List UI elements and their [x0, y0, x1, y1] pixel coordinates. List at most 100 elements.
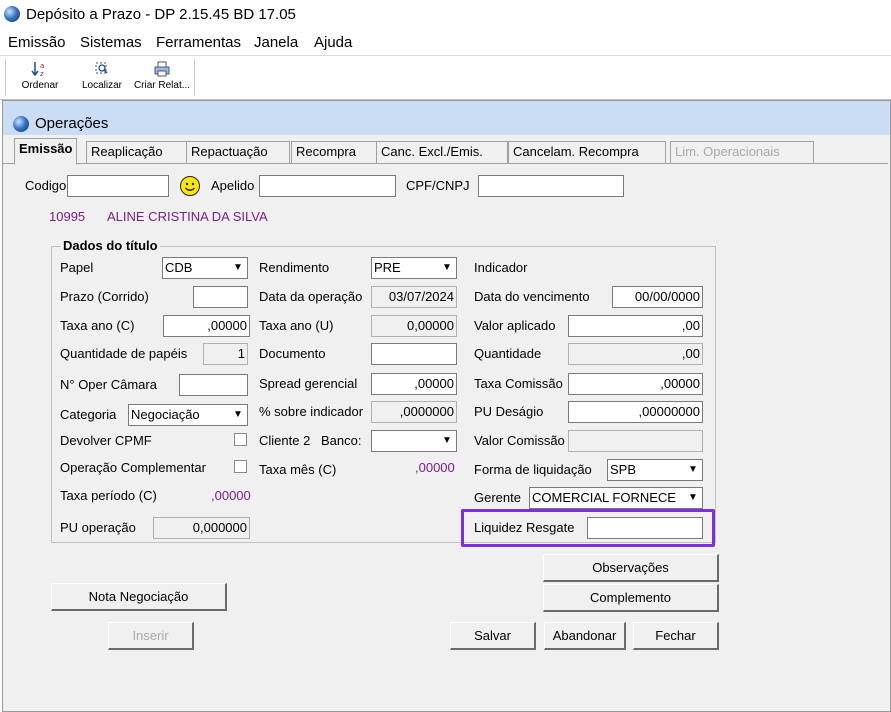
- complemento-button[interactable]: Complemento: [543, 584, 719, 612]
- oper-camara-label: N° Oper Câmara: [60, 377, 157, 392]
- apelido-field[interactable]: [259, 175, 396, 197]
- banco-select[interactable]: ▼: [371, 430, 457, 452]
- abandonar-button[interactable]: Abandonar: [544, 622, 626, 650]
- window-title: Operações: [35, 115, 109, 132]
- documento-field[interactable]: [371, 343, 457, 365]
- rendimento-select[interactable]: PRE ▼: [371, 257, 457, 279]
- dropdown-arrow-icon[interactable]: ▼: [684, 460, 702, 480]
- nota-negociacao-button[interactable]: Nota Negociação: [51, 583, 227, 611]
- taxa-ano-u-field: 0,00000: [371, 315, 457, 337]
- codigo-label: Codigo: [25, 178, 67, 193]
- banco-label: Banco:: [321, 433, 362, 448]
- forma-liquidacao-select[interactable]: SPB ▼: [607, 459, 703, 481]
- valor-aplicado-field[interactable]: ,00: [568, 315, 703, 337]
- operacao-complementar-label: Operação Complementar: [60, 460, 206, 475]
- localizar-label: Localizar: [81, 80, 123, 91]
- operacoes-window: Operações Emissão Reaplicação Repactuaçã…: [2, 100, 891, 712]
- client-name: ALINE CRISTINA DA SILVA: [107, 209, 268, 224]
- categoria-select[interactable]: Negociação ▼: [128, 404, 248, 426]
- operacao-complementar-checkbox[interactable]: [234, 460, 247, 473]
- menu-emissao[interactable]: Emissão: [8, 34, 66, 51]
- tab-reaplicacao[interactable]: Reaplicação: [86, 141, 188, 164]
- tab-recompra[interactable]: Recompra: [291, 141, 377, 164]
- taxa-comissao-label: Taxa Comissão: [474, 376, 563, 391]
- spread-gerencial-field[interactable]: ,00000: [371, 373, 457, 395]
- menu-janela[interactable]: Janela: [254, 34, 298, 51]
- forma-liquidacao-label: Forma de liquidação: [474, 462, 592, 477]
- observacoes-button[interactable]: Observações: [543, 554, 719, 582]
- taxa-ano-c-label: Taxa ano (C): [60, 318, 135, 333]
- app-logo-icon: [4, 6, 20, 22]
- tab-emissao[interactable]: Emissão: [14, 138, 78, 165]
- menu-sistemas[interactable]: Sistemas: [80, 34, 142, 51]
- liquidez-resgate-field[interactable]: [587, 517, 703, 539]
- dropdown-arrow-icon[interactable]: ▼: [229, 258, 247, 278]
- devolver-cpmf-checkbox[interactable]: [234, 433, 247, 446]
- tab-divider: [3, 163, 888, 164]
- taxa-mes-label: Taxa mês (C): [259, 462, 337, 477]
- menu-ferramentas[interactable]: Ferramentas: [156, 34, 241, 51]
- gerente-label: Gerente: [474, 490, 521, 505]
- dropdown-arrow-icon[interactable]: ▼: [684, 488, 702, 508]
- svg-text:z: z: [40, 70, 44, 78]
- rendimento-value: PRE: [374, 260, 401, 275]
- salvar-button[interactable]: Salvar: [450, 622, 536, 650]
- taxa-periodo-label: Taxa período (C): [60, 488, 157, 503]
- oper-camara-field[interactable]: [179, 374, 248, 396]
- dropdown-arrow-icon[interactable]: ▼: [438, 431, 456, 451]
- pu-operacao-field: 0,000000: [153, 517, 250, 539]
- data-operacao-label: Data da operação: [259, 289, 363, 304]
- papel-select[interactable]: CDB ▼: [162, 257, 248, 279]
- pct-indicador-label: % sobre indicador: [259, 404, 364, 419]
- criar-relatorio-button[interactable]: Criar Relat...: [132, 58, 192, 96]
- forma-liquidacao-value: SPB: [610, 462, 637, 477]
- prazo-field[interactable]: [193, 286, 248, 308]
- codigo-field[interactable]: [67, 175, 169, 197]
- quantidade-field: ,00: [568, 343, 703, 365]
- tab-cancelam-recompra[interactable]: Cancelam. Recompra: [508, 141, 666, 164]
- dropdown-arrow-icon[interactable]: ▼: [229, 405, 247, 425]
- client-code: 10995: [49, 209, 86, 224]
- taxa-mes-value: ,00000: [415, 460, 455, 475]
- quantidade-papeis-label: Quantidade de papéis: [60, 346, 188, 361]
- taxa-ano-c-field[interactable]: ,00000: [163, 315, 250, 337]
- categoria-label: Categoria: [60, 407, 117, 422]
- toolbar-separator: [5, 59, 6, 95]
- gerente-select[interactable]: COMERCIAL FORNECE ▼: [529, 487, 703, 509]
- tab-canc-excl-emis[interactable]: Canc. Excl./Emis.: [376, 141, 508, 164]
- fechar-button[interactable]: Fechar: [633, 622, 719, 650]
- quantidade-label: Quantidade: [474, 346, 542, 361]
- window-logo-icon: [13, 116, 29, 132]
- cliente2-label: Cliente 2: [259, 433, 311, 448]
- devolver-cpmf-label: Devolver CPMF: [60, 433, 152, 448]
- smiley-search-icon[interactable]: [179, 175, 201, 197]
- ordenar-button[interactable]: az Ordenar: [18, 58, 62, 96]
- papel-value: CDB: [165, 260, 193, 275]
- taxa-comissao-field[interactable]: ,00000: [568, 373, 703, 395]
- toolbar-separator: [194, 59, 195, 95]
- pu-desagio-label: PU Deságio: [474, 404, 544, 419]
- taxa-ano-u-label: Taxa ano (U): [259, 318, 334, 333]
- gerente-value: COMERCIAL FORNECE: [532, 490, 676, 505]
- cpf-cnpj-field[interactable]: [478, 175, 624, 197]
- dropdown-arrow-icon[interactable]: ▼: [438, 258, 456, 278]
- print-report-icon: [153, 60, 171, 78]
- svg-text:a: a: [40, 62, 44, 70]
- inserir-button: Inserir: [108, 622, 194, 650]
- pu-desagio-field[interactable]: ,00000000: [568, 401, 703, 423]
- tab-repactuacao[interactable]: Repactuação: [186, 141, 290, 164]
- title-bar: Depósito a Prazo - DP 2.15.45 BD 17.05: [0, 0, 891, 30]
- ordenar-label: Ordenar: [21, 80, 59, 91]
- vencimento-field[interactable]: 00/00/0000: [612, 286, 703, 308]
- rendimento-label: Rendimento: [259, 260, 330, 275]
- data-operacao-field: 03/07/2024: [371, 286, 457, 308]
- quantidade-papeis-field: 1: [203, 343, 248, 365]
- vencimento-label: Data do vencimento: [474, 289, 590, 304]
- valor-comissao-label: Valor Comissão: [474, 433, 565, 448]
- criar-relatorio-label: Criar Relat...: [133, 80, 191, 91]
- window-title-bar: Operações: [3, 101, 890, 135]
- menu-ajuda[interactable]: Ajuda: [314, 34, 352, 51]
- tab-lim-operacionais: Lim. Operacionais: [670, 141, 814, 164]
- localizar-button[interactable]: Localizar: [78, 58, 126, 96]
- valor-comissao-field: [568, 430, 703, 452]
